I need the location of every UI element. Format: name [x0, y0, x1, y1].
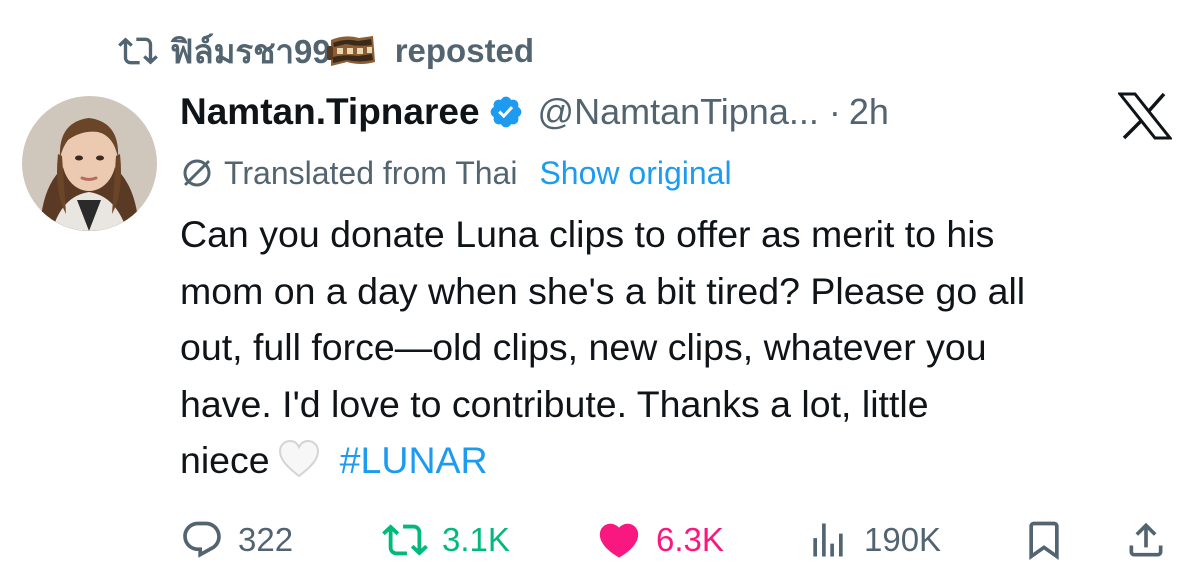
repost-label: reposted	[394, 32, 535, 69]
repost-icon	[382, 524, 428, 556]
tweet-header: Namtan.Tipnaree @NamtanTipna... · 2h	[180, 84, 889, 140]
tweet-text-line: mom on a day when she's a bit tired? Ple…	[180, 269, 1026, 312]
views-button[interactable]: 190K	[806, 510, 941, 570]
avatar-image	[22, 96, 157, 231]
timestamp[interactable]: 2h	[849, 91, 889, 133]
white-heart-emoji	[278, 439, 320, 479]
tweet-text-line: out, full force—old clips, new clips, wh…	[180, 326, 987, 368]
share-button[interactable]	[1124, 510, 1168, 570]
user-handle[interactable]: @NamtanTipna...	[538, 91, 819, 133]
tweet-card[interactable]: ฟิล์มรชา99 reposted Namtan.Tipnaree @Nam…	[0, 0, 1200, 580]
translation-row: Translated from Thai Show original	[180, 150, 732, 196]
views-count: 190K	[864, 521, 942, 558]
hashtag-link[interactable]: #LUNAR	[340, 439, 488, 481]
repost-icon	[118, 37, 158, 65]
separator-dot: ·	[828, 91, 841, 132]
tweet-text: Can you donate Luna clips to offer as me…	[180, 206, 1180, 489]
film-strip-emoji	[326, 36, 375, 66]
share-icon	[1129, 522, 1163, 557]
heart-icon	[599, 523, 639, 558]
bookmark-button[interactable]	[1022, 510, 1066, 570]
translated-label: Translated from Thai	[224, 154, 518, 191]
bookmark-icon	[1029, 521, 1059, 561]
x-logo-icon	[1118, 92, 1172, 140]
avatar[interactable]	[22, 96, 157, 231]
reposting-user[interactable]: ฟิล์มรชา99	[170, 25, 383, 78]
tweet-text-fragment: niece	[180, 439, 270, 481]
reposting-user-name: ฟิล์มรชา99	[170, 32, 331, 70]
reply-button[interactable]: 322	[180, 510, 293, 570]
display-name[interactable]: Namtan.Tipnaree	[180, 91, 480, 133]
reply-icon	[183, 521, 221, 558]
views-icon	[813, 523, 843, 557]
action-bar: 322 3.1K 6.3K 190K	[0, 510, 1200, 570]
repost-banner: ฟิล์มรชา99 reposted	[118, 28, 534, 74]
like-button[interactable]: 6.3K	[596, 510, 724, 570]
verified-badge-icon[interactable]	[488, 94, 524, 130]
tweet-text-line: Can you donate Luna clips to offer as me…	[180, 213, 995, 255]
repost-count: 3.1K	[442, 521, 510, 558]
tweet-text-line: have. I'd love to contribute. Thanks a l…	[180, 382, 929, 425]
tweet-text-last-line: niece #LUNAR	[180, 432, 1180, 489]
reply-count: 322	[238, 521, 294, 558]
globe-translate-icon	[183, 159, 211, 187]
show-original-link[interactable]: Show original	[539, 155, 731, 192]
repost-button[interactable]: 3.1K	[382, 510, 510, 570]
like-count: 6.3K	[656, 521, 724, 558]
